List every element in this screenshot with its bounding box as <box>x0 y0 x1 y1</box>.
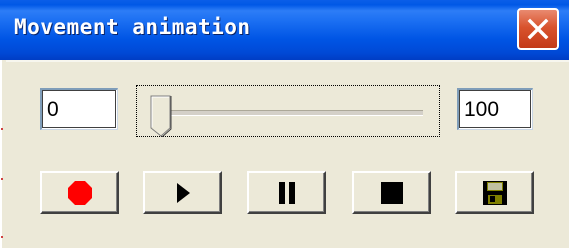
play-icon <box>176 182 190 203</box>
close-button[interactable] <box>517 8 559 50</box>
pause-button[interactable] <box>247 171 326 214</box>
title-bar[interactable]: Movement animation <box>0 0 569 60</box>
save-button[interactable] <box>455 171 534 214</box>
record-button[interactable] <box>40 171 119 214</box>
floppy-disk-icon <box>482 180 507 205</box>
slider-track <box>153 110 423 116</box>
pause-icon <box>278 181 295 204</box>
min-value-field[interactable]: 0 <box>40 88 118 130</box>
max-value-field[interactable]: 100 <box>457 88 533 130</box>
close-icon <box>527 18 549 40</box>
panel-divider <box>0 60 569 62</box>
left-border <box>0 60 6 248</box>
animation-window: Movement animation 0 100 <box>0 0 569 248</box>
window-title: Movement animation <box>14 15 251 39</box>
position-slider[interactable] <box>136 85 440 137</box>
play-button[interactable] <box>143 171 222 214</box>
slider-thumb[interactable] <box>150 95 174 137</box>
stop-icon <box>380 181 403 204</box>
record-icon <box>67 180 92 205</box>
stop-button[interactable] <box>352 171 431 214</box>
